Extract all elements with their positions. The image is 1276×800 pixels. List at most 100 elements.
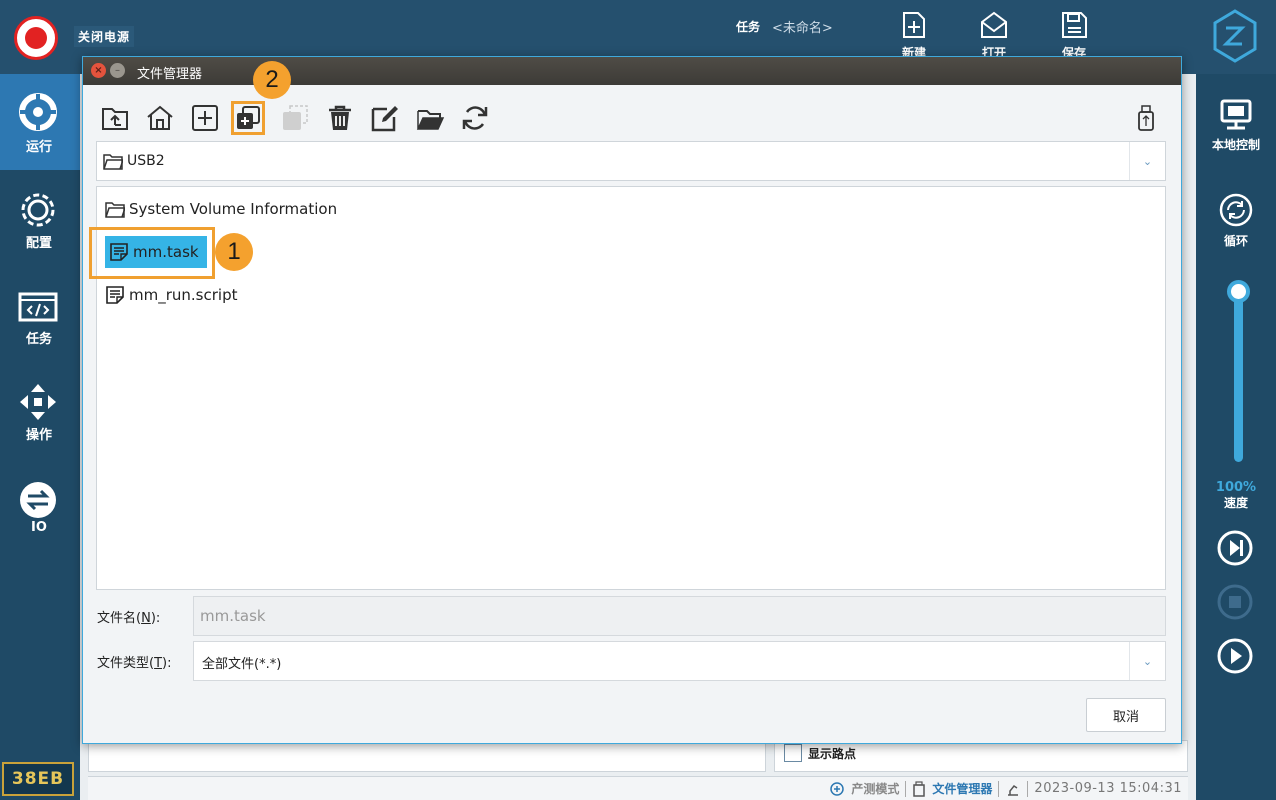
sidebar-item-task[interactable]: 任务 xyxy=(0,266,80,362)
power-label: 关闭电源 xyxy=(74,26,135,47)
sidebar-item-io[interactable]: IO xyxy=(0,458,80,554)
minimize-icon[interactable]: – xyxy=(110,63,125,78)
new-folder-button[interactable] xyxy=(188,101,222,135)
edit-icon xyxy=(371,106,398,132)
copy-button[interactable] xyxy=(231,101,265,135)
refresh-button[interactable] xyxy=(458,101,492,135)
save-icon xyxy=(1062,12,1087,38)
code-window-icon xyxy=(18,292,58,322)
paste-icon xyxy=(283,105,308,130)
document-icon xyxy=(106,286,124,304)
status-bar: 产测模式 文件管理器 2023-09-13 15:04:31 xyxy=(88,776,1188,800)
filename-label: 文件名(N): xyxy=(97,611,161,626)
speed-slider-track[interactable] xyxy=(1234,284,1243,462)
step-badge-2: 2 xyxy=(253,61,291,99)
local-control-label: 本地控制 xyxy=(1211,138,1260,152)
filename-field[interactable] xyxy=(193,596,1166,636)
file-manager-status: 文件管理器 xyxy=(932,782,993,796)
show-waypoints-checkbox[interactable] xyxy=(784,744,802,762)
local-control-button[interactable]: 本地控制 xyxy=(1196,98,1276,153)
speed-label: 速度 xyxy=(1223,496,1248,510)
usb-drive-button[interactable] xyxy=(1129,101,1163,135)
filetype-label: 文件类型(T): xyxy=(97,656,172,671)
chevron-down-icon[interactable]: ⌄ xyxy=(1129,142,1165,180)
production-mode-icon xyxy=(830,781,845,796)
parent-folder-button[interactable] xyxy=(98,101,132,135)
filename-input[interactable] xyxy=(194,597,1165,635)
io-arrows-icon xyxy=(20,482,56,518)
gear-icon xyxy=(21,193,55,227)
loop-button[interactable]: 循环 xyxy=(1196,192,1276,249)
path-dropdown[interactable]: USB2 ⌄ xyxy=(96,141,1166,181)
monitor-icon xyxy=(1220,99,1252,130)
stop-icon[interactable] xyxy=(1216,583,1254,621)
usb-icon xyxy=(913,780,926,797)
new-task-button[interactable]: 新建 xyxy=(884,10,944,61)
sidebar-item-config[interactable]: 配置 xyxy=(0,170,80,266)
model-badge: 38EB xyxy=(2,762,74,796)
separator xyxy=(1027,780,1029,797)
move-arrows-icon xyxy=(20,384,56,420)
loop-icon xyxy=(1219,193,1253,227)
delete-button[interactable] xyxy=(323,101,357,135)
list-item-file[interactable]: mm_run.script xyxy=(105,279,237,311)
task-key: 任务 xyxy=(736,19,761,34)
trash-icon xyxy=(329,105,351,130)
parent-folder-icon xyxy=(102,108,128,130)
step-badge-1: 1 xyxy=(215,233,253,271)
production-mode-label: 产测模式 xyxy=(851,782,900,796)
usb-drive-icon xyxy=(1138,105,1154,131)
folder-icon xyxy=(103,154,123,170)
task-value: <未命名> xyxy=(772,20,833,36)
robot-arm-icon xyxy=(1008,784,1019,796)
copy-icon xyxy=(237,106,260,129)
speed-value: 100% xyxy=(1215,480,1257,495)
left-sidebar: 运行 配置 任务 操作 IO xyxy=(0,74,80,800)
file-name: System Volume Information xyxy=(129,200,338,218)
sidebar-item-label: 配置 xyxy=(25,236,52,251)
speed-slider-handle[interactable] xyxy=(1227,280,1250,303)
paste-button[interactable] xyxy=(278,101,312,135)
sidebar-item-run[interactable]: 运行 xyxy=(0,74,80,170)
power-button[interactable] xyxy=(14,16,58,60)
home-icon xyxy=(147,105,173,130)
file-list[interactable]: System Volume Information mm.task mm_run… xyxy=(96,186,1166,590)
open-folder-button[interactable] xyxy=(413,101,447,135)
close-icon[interactable]: × xyxy=(91,63,106,78)
show-waypoints-label: 显示路点 xyxy=(808,747,857,761)
file-name: mm_run.script xyxy=(129,286,238,304)
sidebar-item-label: 任务 xyxy=(25,332,52,347)
dialog-title: 文件管理器 xyxy=(137,67,203,82)
separator xyxy=(998,780,1000,797)
list-item-folder[interactable]: System Volume Information xyxy=(105,193,337,225)
sidebar-item-operate[interactable]: 操作 xyxy=(0,362,80,458)
background-panel xyxy=(88,740,766,772)
sidebar-item-label: IO xyxy=(31,520,47,535)
sidebar-item-label: 运行 xyxy=(25,140,52,155)
new-file-icon xyxy=(903,12,925,38)
file-manager-dialog: × – 文件管理器 2 USB2 ⌄ System Volume Informa… xyxy=(82,56,1182,744)
envelope-open-icon xyxy=(981,11,1007,38)
step-play-icon[interactable] xyxy=(1216,529,1254,567)
open-folder-icon xyxy=(416,110,445,130)
current-path: USB2 xyxy=(127,153,165,169)
brand-logo-icon xyxy=(1213,9,1257,63)
filetype-value: 全部文件(*.*) xyxy=(202,657,282,672)
cancel-button[interactable]: 取消 xyxy=(1086,698,1166,732)
filetype-dropdown[interactable]: 全部文件(*.*) ⌄ xyxy=(193,641,1166,681)
loop-label: 循环 xyxy=(1223,234,1248,248)
sidebar-item-label: 操作 xyxy=(25,428,52,443)
datetime-display: 2023-09-13 15:04:31 xyxy=(1034,781,1182,796)
folder-icon xyxy=(105,202,125,218)
power-icon xyxy=(25,27,47,49)
play-icon[interactable] xyxy=(1216,637,1254,675)
rename-button[interactable] xyxy=(368,101,402,135)
chevron-down-icon[interactable]: ⌄ xyxy=(1129,642,1165,680)
home-button[interactable] xyxy=(143,101,177,135)
new-folder-icon xyxy=(192,105,218,131)
selection-highlight-frame xyxy=(89,227,215,279)
open-task-button[interactable]: 打开 xyxy=(964,10,1024,61)
separator xyxy=(905,780,907,797)
dialog-titlebar: × – 文件管理器 xyxy=(83,57,1181,85)
save-task-button[interactable]: 保存 xyxy=(1044,10,1104,61)
